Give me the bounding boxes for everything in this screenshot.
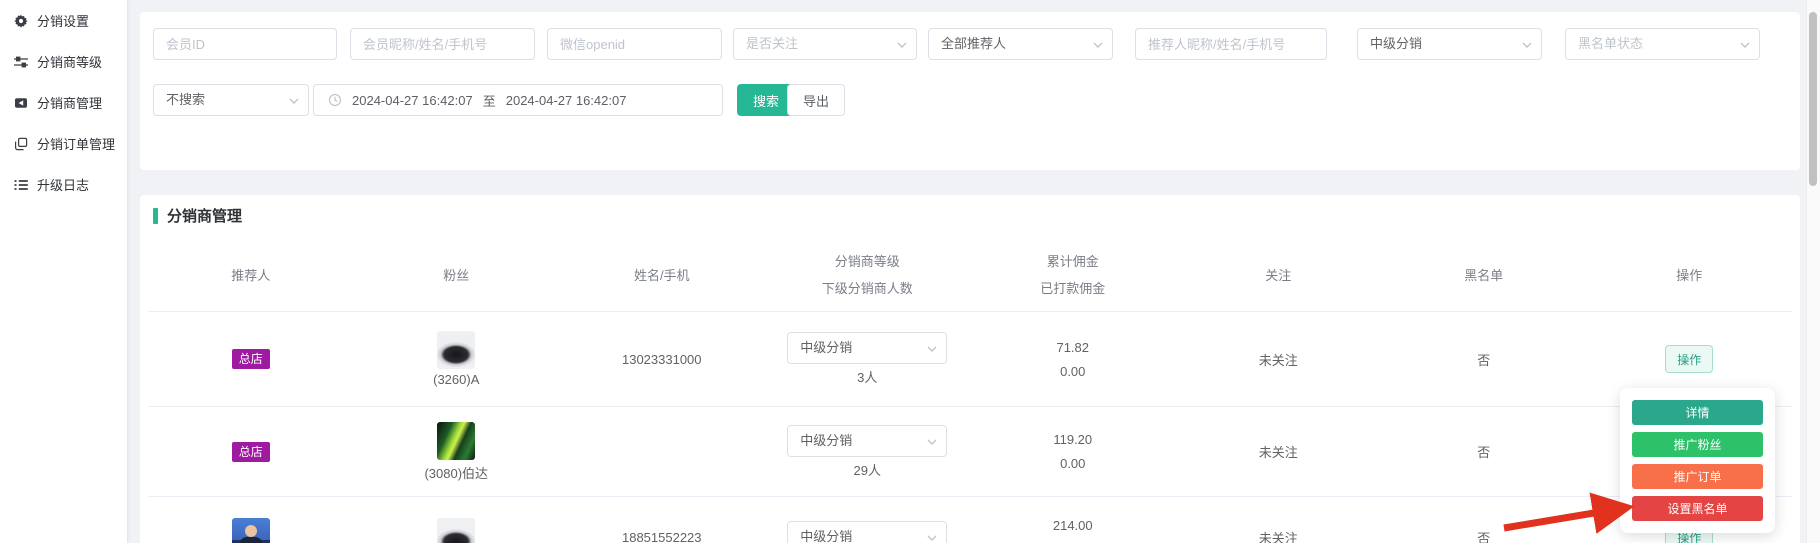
fans-avatar-art <box>437 422 475 460</box>
sidebar-item-distributor-level[interactable]: 分销商等级 <box>0 41 127 82</box>
member-id-field-wrap <box>153 28 337 60</box>
red-annotation-arrow <box>1498 490 1648 538</box>
menu-item-set-blacklist[interactable]: 设置黑名单 <box>1632 496 1763 521</box>
sidebar: 分销设置 分销商等级 分销商管理 分销订单管理 升级日志 <box>0 0 128 543</box>
level-select-row[interactable]: 中级分销 <box>787 521 947 543</box>
openid-field-wrap <box>547 28 722 60</box>
col-header-follow: 关注 <box>1176 240 1382 311</box>
row-action-button[interactable]: 操作 <box>1665 345 1713 373</box>
follow-status: 未关注 <box>1176 407 1382 496</box>
member-name-field-wrap <box>350 28 535 60</box>
blacklist-flag: 否 <box>1381 312 1587 406</box>
fans-avatar-car <box>437 331 475 369</box>
menu-item-promote-orders[interactable]: 推广订单 <box>1632 464 1763 489</box>
follow-status: 未关注 <box>1176 312 1382 406</box>
menu-item-promote-fans[interactable]: 推广粉丝 <box>1632 432 1763 457</box>
chevron-down-icon <box>897 42 907 48</box>
member-name-input[interactable] <box>351 29 534 59</box>
fans-name: (3260)A <box>433 372 479 387</box>
referrer-name-input[interactable] <box>1136 29 1326 59</box>
col-header-commission: 累计佣金 已打款佣金 <box>970 240 1176 311</box>
chevron-down-icon <box>1522 42 1532 48</box>
follow-status-select[interactable]: 是否关注 <box>733 28 917 60</box>
commission-total: 214.00 <box>1053 515 1093 536</box>
app-window: 分销设置 分销商等级 分销商管理 分销订单管理 升级日志 <box>0 0 1820 543</box>
sidebar-item-label: 分销订单管理 <box>37 134 115 153</box>
chevron-down-icon <box>927 439 937 445</box>
referrer-badge: 总店 <box>232 349 270 369</box>
commission-total: 71.82 <box>1056 337 1089 358</box>
referrer-avatar <box>232 518 270 543</box>
sidebar-item-distribution-settings[interactable]: 分销设置 <box>0 0 127 41</box>
copy-icon <box>14 137 28 151</box>
sub-distributor-count: 29人 <box>854 460 881 479</box>
referrer-name-field-wrap <box>1135 28 1327 60</box>
filter-panel: 是否关注 全部推荐人 中级分销 黑名单状态 <box>140 12 1800 170</box>
referrer-select[interactable]: 全部推荐人 <box>928 28 1113 60</box>
sliders-icon <box>14 55 28 69</box>
blacklist-status-select[interactable]: 黑名单状态 <box>1565 28 1760 60</box>
menu-item-detail[interactable]: 详情 <box>1632 400 1763 425</box>
sidebar-item-label: 分销设置 <box>37 11 89 30</box>
follow-status: 未关注 <box>1176 497 1382 543</box>
export-button[interactable]: 导出 <box>787 84 845 116</box>
clock-icon <box>328 93 342 107</box>
commission-paid: 0.00 <box>1060 361 1085 382</box>
sidebar-item-label: 分销商等级 <box>37 52 102 71</box>
date-separator: 至 <box>483 91 496 110</box>
level-select[interactable]: 中级分销 <box>1357 28 1542 60</box>
referrer-badge: 总店 <box>232 442 270 462</box>
sidebar-item-label: 升级日志 <box>37 175 89 194</box>
chevron-down-icon <box>289 98 299 104</box>
col-header-name-phone: 姓名/手机 <box>559 240 765 311</box>
blacklist-flag: 否 <box>1381 407 1587 496</box>
name-phone-value: 13023331000 <box>559 312 765 406</box>
sub-distributor-count: 3人 <box>857 367 877 386</box>
name-phone-value: 18851552223 <box>559 497 765 543</box>
commission-paid: 0.00 <box>1060 453 1085 474</box>
sidebar-item-distributor-management[interactable]: 分销商管理 <box>0 82 127 123</box>
chevron-down-icon <box>1093 42 1103 48</box>
level-select-row[interactable]: 中级分销 <box>787 425 947 457</box>
section-title: 分销商管理 <box>153 205 242 226</box>
page-title: 分销商管理 <box>167 205 242 226</box>
title-accent-bar <box>153 208 158 224</box>
col-header-fans: 粉丝 <box>354 240 560 311</box>
sidebar-item-label: 分销商管理 <box>37 93 102 112</box>
col-header-action: 操作 <box>1587 240 1793 311</box>
fans-name: (3080)伯达 <box>424 463 488 482</box>
wechat-openid-input[interactable] <box>548 29 721 59</box>
col-header-level: 分销商等级 下级分销商人数 <box>765 240 971 311</box>
table-header-row: 推荐人 粉丝 姓名/手机 分销商等级 下级分销商人数 累计佣金 已打款佣金 关注… <box>148 240 1792 312</box>
chevron-down-icon <box>927 535 937 541</box>
member-id-input[interactable] <box>154 29 336 59</box>
vertical-scrollbar-track <box>1806 0 1820 543</box>
list-icon <box>14 178 28 192</box>
chevron-down-icon <box>1740 42 1750 48</box>
fans-avatar-car <box>437 518 475 543</box>
search-mode-select[interactable]: 不搜索 <box>153 84 309 116</box>
col-header-referrer: 推荐人 <box>148 240 354 311</box>
col-header-blacklist: 黑名单 <box>1381 240 1587 311</box>
gear-icon <box>14 14 28 28</box>
level-select-row[interactable]: 中级分销 <box>787 332 947 364</box>
table-row: 总店 (3080)伯达 中级分销 29人 119.20 <box>148 407 1792 497</box>
commission-total: 119.20 <box>1053 429 1092 450</box>
sidebar-item-distribution-orders[interactable]: 分销订单管理 <box>0 123 127 164</box>
video-icon <box>14 96 28 110</box>
chevron-down-icon <box>927 346 937 352</box>
table-row: 总店 (3260)A 13023331000 中级分销 3人 <box>148 312 1792 407</box>
name-phone-value <box>559 407 765 496</box>
date-range-picker[interactable]: 2024-04-27 16:42:07 至 2024-04-27 16:42:0… <box>313 84 723 116</box>
commission-paid: 0.00 <box>1060 539 1085 543</box>
date-to-value: 2024-04-27 16:42:07 <box>506 93 627 108</box>
date-from-value: 2024-04-27 16:42:07 <box>352 93 473 108</box>
vertical-scrollbar-thumb[interactable] <box>1809 12 1817 186</box>
sidebar-item-upgrade-log[interactable]: 升级日志 <box>0 164 127 205</box>
